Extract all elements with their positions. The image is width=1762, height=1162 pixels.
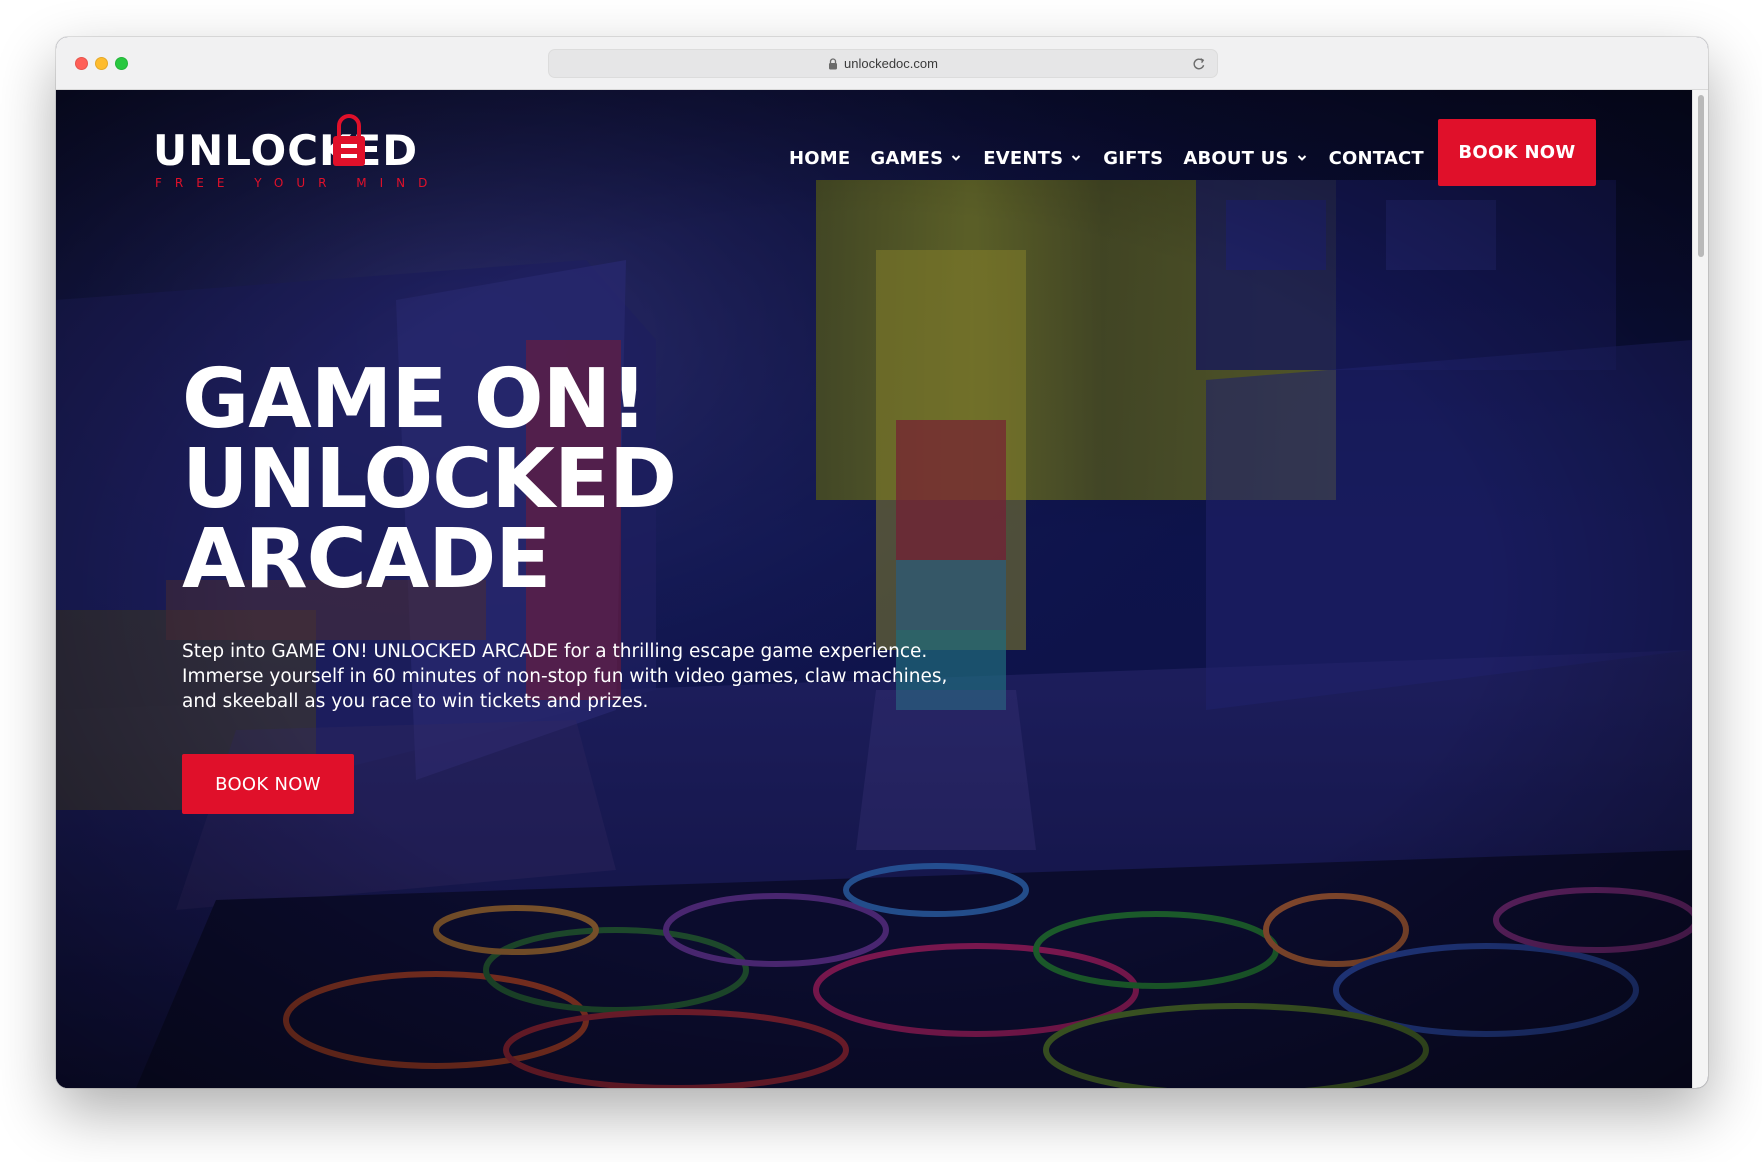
hero-description-line: and skeeball as you race to win tickets …: [182, 691, 649, 712]
nav-label: ABOUT US: [1183, 147, 1289, 169]
chevron-down-icon: [1297, 155, 1306, 161]
address-bar[interactable]: unlockedoc.com: [548, 49, 1218, 78]
nav-label: GIFTS: [1103, 147, 1164, 169]
hero-title: GAME ON! UNLOCKED ARCADE: [182, 352, 862, 607]
chevron-down-icon: [952, 155, 961, 161]
hero-title-line: GAME ON!: [182, 352, 648, 447]
nav-label: CONTACT: [1328, 147, 1424, 169]
page-scrollbar[interactable]: [1692, 90, 1708, 1088]
nav-games[interactable]: GAMES: [870, 148, 961, 169]
screenshot-stage: unlockedoc.com UNLOCKED FREE YOUR MIND H…: [0, 0, 1762, 1162]
url-text: unlockedoc.com: [844, 56, 938, 71]
logo-tagline: FREE YOUR MIND: [155, 176, 441, 190]
nav-label: EVENTS: [983, 147, 1064, 169]
logo-wordmark: UNLOCKED: [153, 126, 419, 175]
nav-about-us[interactable]: ABOUT US: [1183, 148, 1306, 169]
browser-window: unlockedoc.com UNLOCKED FREE YOUR MIND H…: [56, 37, 1708, 1088]
header-book-now-button[interactable]: BOOK NOW: [1438, 119, 1596, 186]
lock-icon: [828, 57, 838, 70]
nav-label: HOME: [789, 147, 851, 169]
close-window-button[interactable]: [75, 57, 88, 70]
nav-gifts[interactable]: GIFTS: [1103, 148, 1163, 169]
nav-contact[interactable]: CONTACT: [1329, 148, 1424, 169]
main-nav: HOME GAMES EVENTS GIFTS ABOUT US CONTACT: [789, 138, 1424, 178]
hero-title-line: ARCADE: [182, 512, 551, 607]
site-logo[interactable]: UNLOCKED FREE YOUR MIND: [153, 112, 427, 192]
zoom-window-button[interactable]: [115, 57, 128, 70]
hero-title-line: UNLOCKED: [182, 432, 677, 527]
padlock-icon: [333, 114, 365, 166]
hero-description-line: Immerse yourself in 60 minutes of non-st…: [182, 666, 948, 687]
browser-titlebar: unlockedoc.com: [56, 37, 1708, 90]
hero-description: Step into GAME ON! UNLOCKED ARCADE for a…: [182, 639, 1002, 714]
nav-events[interactable]: EVENTS: [983, 148, 1081, 169]
page-viewport: UNLOCKED FREE YOUR MIND HOME GAMES EVENT…: [56, 90, 1692, 1088]
reload-icon[interactable]: [1191, 56, 1207, 72]
nav-home[interactable]: HOME: [789, 148, 850, 169]
hero-description-line: Step into GAME ON! UNLOCKED ARCADE for a…: [182, 641, 928, 662]
chevron-down-icon: [1072, 155, 1081, 161]
nav-label: GAMES: [870, 147, 944, 169]
scrollbar-thumb[interactable]: [1698, 95, 1704, 257]
minimize-window-button[interactable]: [95, 57, 108, 70]
hero-book-now-button[interactable]: BOOK NOW: [182, 754, 354, 814]
